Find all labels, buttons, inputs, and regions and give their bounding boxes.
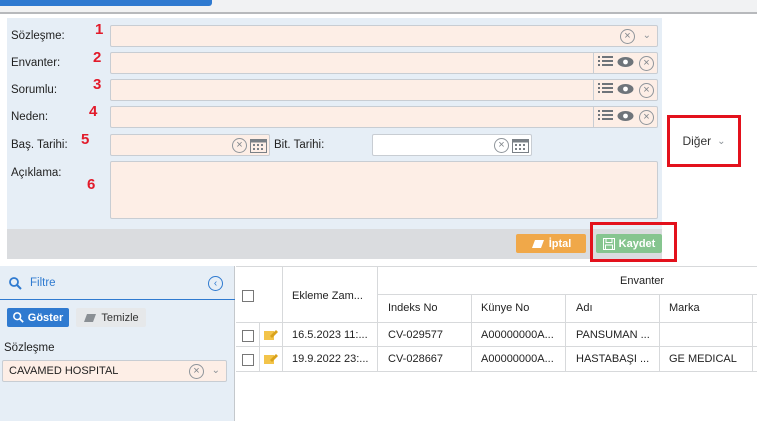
clear-icon[interactable]: × xyxy=(620,29,635,44)
goster-label: Göster xyxy=(27,311,64,324)
filter-header: Filtre ‹ xyxy=(0,266,235,300)
highlight-box-kaydet xyxy=(590,222,677,262)
sozlesme-label: Sözleşme: xyxy=(11,30,65,42)
cell-marka: GE MEDICAL xyxy=(669,353,737,365)
bas-tarihi-label: Baş. Tarihi: xyxy=(11,139,68,151)
temizle-button[interactable]: Temizle xyxy=(76,308,146,327)
aciklama-textarea[interactable] xyxy=(110,161,658,219)
filter-sozlesme-value: CAVAMED HOSPITAL xyxy=(9,365,119,377)
eye-icon[interactable] xyxy=(617,56,634,68)
filter-title: Filtre xyxy=(30,277,56,289)
cell-ekleme: 16.5.2023 11:... xyxy=(292,329,368,341)
select-all-checkbox[interactable] xyxy=(242,290,254,302)
col-header-ekleme[interactable]: Ekleme Zam... xyxy=(292,290,363,302)
annotation-6: 6 xyxy=(87,176,96,193)
eye-icon[interactable] xyxy=(617,110,634,122)
edit-icon[interactable] xyxy=(264,353,278,365)
col-group-envanter: Envanter xyxy=(620,275,665,287)
clear-icon[interactable]: × xyxy=(639,110,654,125)
eye-icon[interactable] xyxy=(617,83,634,95)
cell-ekleme: 19.9.2022 23:... xyxy=(292,353,369,365)
envanter-label: Envanter: xyxy=(11,57,61,69)
sorumlu-field[interactable]: × xyxy=(110,79,658,101)
eraser-icon xyxy=(84,313,97,322)
form-panel: Sözleşme: 1 × ⌄ Envanter: 2 × Sorumlu: 3… xyxy=(7,18,662,258)
sorumlu-label: Sorumlu: xyxy=(11,84,58,96)
cell-indeks: CV-029577 xyxy=(388,329,444,341)
cell-adi: HASTABAŞI ... xyxy=(576,353,650,365)
annotation-5: 5 xyxy=(81,131,90,148)
goster-button[interactable]: Göster xyxy=(7,308,69,327)
action-bar: İptal Kaydet xyxy=(7,229,662,259)
list-icon[interactable] xyxy=(598,55,613,69)
iptal-label: İptal xyxy=(548,237,572,250)
row-checkbox[interactable] xyxy=(242,330,254,342)
calendar-icon[interactable] xyxy=(512,137,529,153)
list-icon[interactable] xyxy=(598,82,613,96)
row-checkbox[interactable] xyxy=(242,354,254,366)
clear-icon[interactable]: × xyxy=(494,138,509,153)
edit-icon[interactable] xyxy=(264,329,278,341)
diger-dropdown[interactable]: Diğer ⌄ xyxy=(670,118,738,164)
bit-tarihi-field[interactable]: × xyxy=(372,134,532,156)
iptal-button[interactable]: İptal xyxy=(516,234,586,253)
filter-sozlesme-select[interactable]: CAVAMED HOSPITAL × ⌄ xyxy=(2,360,227,382)
annotation-2: 2 xyxy=(93,49,102,66)
chevron-down-icon[interactable]: ⌄ xyxy=(643,30,651,41)
clear-icon[interactable]: × xyxy=(639,83,654,98)
chevron-down-icon[interactable]: ⌄ xyxy=(212,365,220,376)
aciklama-label: Açıklama: xyxy=(11,167,62,179)
cell-adi: PANSUMAN ... xyxy=(576,329,650,341)
top-bar xyxy=(0,0,757,14)
neden-field[interactable]: × xyxy=(110,106,658,128)
filter-sozlesme-label: Sözleşme xyxy=(4,342,55,354)
cell-kunye: A00000000A... xyxy=(481,353,554,365)
bas-tarihi-field[interactable]: × xyxy=(110,134,270,156)
col-header-indeks[interactable]: Indeks No xyxy=(388,302,438,314)
active-tab-indicator[interactable] xyxy=(0,0,212,6)
annotation-3: 3 xyxy=(93,76,102,93)
bit-tarihi-label: Bit. Tarihi: xyxy=(274,139,325,151)
cell-kunye: A00000000A... xyxy=(481,329,554,341)
col-header-marka[interactable]: Marka xyxy=(669,302,700,314)
clear-icon[interactable]: × xyxy=(232,138,247,153)
collapse-left-icon[interactable]: ‹ xyxy=(208,276,223,291)
list-icon[interactable] xyxy=(598,109,613,123)
search-icon xyxy=(9,277,22,290)
clear-icon[interactable]: × xyxy=(189,364,204,379)
chevron-down-icon: ⌄ xyxy=(717,135,726,147)
col-header-adi[interactable]: Adı xyxy=(576,302,593,314)
eraser-icon xyxy=(531,239,544,248)
sozlesme-select[interactable]: × ⌄ xyxy=(110,25,658,47)
clear-icon[interactable]: × xyxy=(639,56,654,71)
diger-label: Diğer xyxy=(682,134,712,148)
annotation-4: 4 xyxy=(89,103,98,120)
envanter-field[interactable]: × xyxy=(110,52,658,74)
cell-indeks: CV-028667 xyxy=(388,353,444,365)
neden-label: Neden: xyxy=(11,111,49,123)
col-header-kunye[interactable]: Künye No xyxy=(481,302,529,314)
filter-panel: Filtre ‹ Göster Temizle Sözleşme CAVAMED… xyxy=(0,266,235,421)
temizle-label: Temizle xyxy=(101,311,139,324)
data-grid: Ekleme Zam... Envanter Indeks No Künye N… xyxy=(236,266,757,421)
annotation-1: 1 xyxy=(95,21,104,38)
search-icon xyxy=(12,312,24,323)
calendar-icon[interactable] xyxy=(250,137,267,153)
